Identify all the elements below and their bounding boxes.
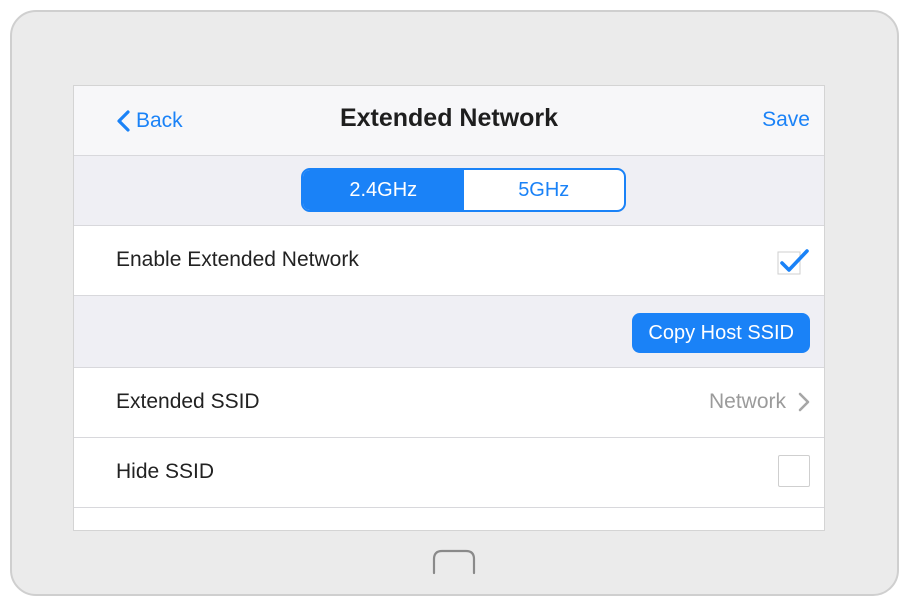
- segment-5ghz[interactable]: 5GHz: [464, 170, 625, 210]
- back-button[interactable]: Back: [116, 106, 183, 136]
- save-button[interactable]: Save: [762, 108, 810, 132]
- chevron-left-icon: [117, 110, 130, 132]
- hide-ssid-row[interactable]: Hide SSID: [74, 438, 824, 508]
- extended-ssid-label: Extended SSID: [116, 390, 260, 413]
- extended-ssid-value[interactable]: Network: [709, 390, 810, 414]
- checkmark-icon[interactable]: [776, 246, 810, 276]
- copy-host-ssid-row: Copy Host SSID: [74, 296, 824, 368]
- extended-ssid-row[interactable]: Extended SSID Network: [74, 368, 824, 438]
- hide-ssid-label: Hide SSID: [116, 460, 215, 483]
- band-selector-row: 2.4GHz 5GHz: [74, 156, 824, 226]
- hide-ssid-checkbox[interactable]: [778, 455, 810, 487]
- segment-2-4ghz[interactable]: 2.4GHz: [303, 170, 464, 210]
- back-label: Back: [136, 109, 183, 132]
- page-title: Extended Network: [339, 104, 559, 132]
- navigation-bar: Back Extended Network Save: [74, 86, 824, 156]
- enable-extended-network-label: Enable Extended Network: [116, 248, 359, 271]
- next-setting-row: [74, 508, 824, 530]
- extended-ssid-value-text: Network: [708, 390, 786, 413]
- enable-extended-network-row[interactable]: Enable Extended Network: [74, 226, 824, 296]
- home-button-icon[interactable]: [428, 547, 480, 577]
- copy-host-ssid-button[interactable]: Copy Host SSID: [632, 313, 810, 353]
- band-segmented-control: 2.4GHz 5GHz: [301, 168, 626, 212]
- chevron-right-icon: [798, 392, 810, 412]
- app-screen: Back Extended Network Save 2.4GHz 5GHz E…: [73, 85, 825, 531]
